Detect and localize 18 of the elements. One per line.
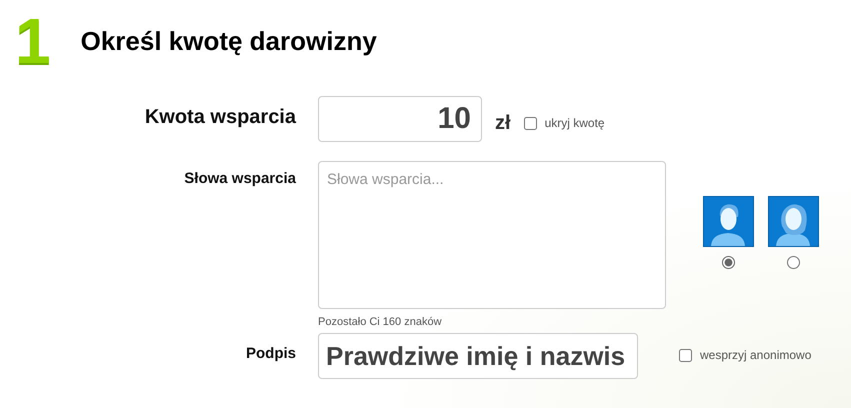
checkbox[interactable] <box>679 348 692 362</box>
field-label: Podpis <box>244 344 296 362</box>
checkbox[interactable] <box>524 116 537 130</box>
avatar-radio[interactable] <box>722 256 735 269</box>
field-label: Słowa wsparcia <box>183 169 296 187</box>
signature-field[interactable]: Prawdziwe imię i nazwis <box>318 333 638 379</box>
avatar-icon <box>768 196 819 247</box>
step-number: 1 <box>15 9 51 73</box>
checkbox-label: ukryj kwotę <box>544 116 605 130</box>
section-title: Określ kwotę darowizny <box>80 26 377 56</box>
checkbox-label: wesprzyj anonimowo <box>700 348 812 362</box>
avatar-radio[interactable] <box>787 256 800 269</box>
field-label: Kwota wsparcia <box>144 105 296 129</box>
message-field[interactable]: Słowa wsparcia... <box>318 161 666 309</box>
avatar-icon <box>703 196 754 247</box>
amount-field[interactable]: 10 <box>318 96 482 142</box>
currency-label: zł <box>495 112 511 135</box>
character-counter: Pozostało Ci 160 znaków <box>318 316 443 328</box>
